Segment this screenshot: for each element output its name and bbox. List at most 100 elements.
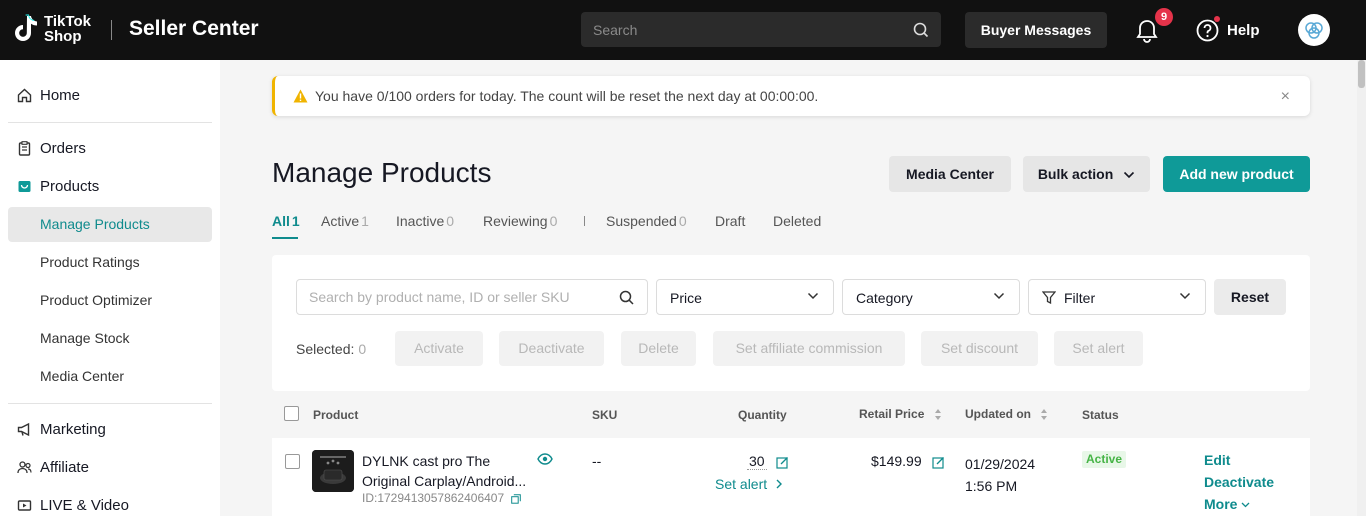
activate-button[interactable]: Activate [395, 331, 483, 366]
product-search-input[interactable] [309, 280, 609, 314]
updated-time: 1:56 PM [965, 478, 1018, 494]
set-affiliate-commission-button[interactable]: Set affiliate commission [713, 331, 905, 366]
product-updated-on: 01/29/2024 1:56 PM [965, 453, 1035, 497]
sidebar: Home Orders Products Manage Products Pro… [0, 60, 220, 516]
sidebar-divider [8, 403, 212, 404]
sidebar-item-manage-stock[interactable]: Manage Stock [8, 321, 212, 356]
set-discount-button[interactable]: Set discount [921, 331, 1038, 366]
bulk-action-label: Bulk action [1037, 166, 1114, 182]
product-price[interactable]: $149.99 [871, 453, 945, 469]
sidebar-label: LIVE & Video [40, 497, 129, 514]
edit-link[interactable]: Edit [1204, 452, 1230, 468]
column-header-status: Status [1082, 408, 1119, 422]
reset-button[interactable]: Reset [1214, 279, 1286, 315]
sidebar-label: Products [40, 178, 100, 195]
set-alert-button[interactable]: Set alert [1054, 331, 1143, 366]
funnel-icon [1042, 291, 1056, 304]
tab-suspended[interactable]: Suspended 0 [606, 213, 687, 237]
search-icon[interactable] [619, 290, 634, 305]
edit-icon[interactable] [931, 456, 945, 469]
help-icon[interactable] [1196, 19, 1219, 42]
tab-inactive[interactable]: Inactive 0 [396, 213, 454, 237]
search-icon[interactable] [913, 22, 929, 38]
tab-count: 1 [361, 213, 369, 229]
delete-button[interactable]: Delete [621, 331, 696, 366]
tab-reviewing[interactable]: Reviewing 0 [483, 213, 557, 237]
close-icon[interactable]: × [1281, 88, 1290, 106]
sidebar-item-products[interactable]: Products [8, 169, 212, 204]
chevron-right-icon [776, 479, 783, 489]
sidebar-item-media-center[interactable]: Media Center [8, 359, 212, 394]
tab-count: 1 [291, 213, 300, 229]
deactivate-link[interactable]: Deactivate [1204, 474, 1274, 490]
bell-icon[interactable] [1135, 18, 1159, 44]
more-label: More [1204, 496, 1238, 512]
category-select[interactable]: Category [842, 279, 1020, 315]
product-search[interactable] [296, 279, 648, 315]
sidebar-item-manage-products[interactable]: Manage Products [8, 207, 212, 242]
sidebar-item-orders[interactable]: Orders [8, 131, 212, 166]
filter-select[interactable]: Filter [1028, 279, 1206, 315]
edit-icon[interactable] [776, 456, 789, 469]
add-new-product-button[interactable]: Add new product [1163, 156, 1310, 192]
product-thumbnail[interactable] [312, 450, 354, 492]
home-icon [17, 88, 32, 103]
tab-active[interactable]: Active 1 [321, 213, 369, 237]
sidebar-item-product-optimizer[interactable]: Product Optimizer [8, 283, 212, 318]
clipboard-icon [18, 141, 31, 156]
account-avatar[interactable] [1298, 14, 1330, 46]
eye-icon[interactable] [537, 453, 553, 465]
media-center-button[interactable]: Media Center [889, 156, 1011, 192]
row-checkbox[interactable] [285, 454, 300, 469]
sidebar-item-product-ratings[interactable]: Product Ratings [8, 245, 212, 280]
global-search-input[interactable] [593, 12, 893, 47]
sort-icon[interactable] [934, 408, 942, 421]
page-scrollbar[interactable] [1357, 60, 1366, 516]
tiktok-shop-logo[interactable]: TikTok Shop [14, 12, 100, 48]
alert-message: You have 0/100 orders for today. The cou… [315, 88, 819, 104]
products-icon [18, 181, 31, 192]
sort-icon[interactable] [1040, 408, 1048, 421]
selected-label: Selected: [296, 341, 355, 357]
product-id: ID:1729413057862406407 [362, 491, 522, 505]
tab-count: 0 [446, 213, 455, 229]
sidebar-item-live-video[interactable]: LIVE & Video [8, 488, 212, 516]
tab-count: 0 [678, 213, 687, 229]
product-name[interactable]: DYLNK cast pro The Original Carplay/Andr… [362, 451, 537, 491]
set-alert-link[interactable]: Set alert [715, 476, 783, 492]
tab-deleted[interactable]: Deleted [773, 213, 821, 237]
help-link[interactable]: Help [1227, 22, 1260, 39]
selected-count: Selected: 0 [296, 341, 366, 357]
buyer-messages-button[interactable]: Buyer Messages [965, 12, 1107, 48]
column-header-updated-on[interactable]: Updated on [965, 407, 1048, 421]
logo-line-1: TikTok [44, 13, 91, 30]
copy-icon[interactable] [511, 494, 522, 504]
column-header-retail-price[interactable]: Retail Price [859, 407, 942, 421]
tab-separator [584, 216, 585, 226]
sidebar-item-affiliate[interactable]: Affiliate [8, 450, 212, 485]
page-title: Manage Products [272, 157, 492, 188]
sidebar-label: Marketing [40, 421, 106, 438]
price-select[interactable]: Price [656, 279, 834, 315]
sidebar-item-home[interactable]: Home [8, 78, 212, 113]
bulk-action-button[interactable]: Bulk action [1023, 156, 1150, 192]
sidebar-item-marketing[interactable]: Marketing [8, 412, 212, 447]
selected-number: 0 [358, 341, 367, 357]
active-tab-indicator [272, 237, 298, 239]
help-notification-dot [1214, 16, 1220, 22]
tab-draft[interactable]: Draft [715, 213, 745, 237]
filter-panel: Price Category Filter Reset Selected:0 A… [272, 255, 1310, 391]
warning-icon [293, 89, 308, 103]
tab-all[interactable]: All 1 [272, 213, 300, 237]
global-search[interactable] [581, 12, 941, 47]
updated-date: 01/29/2024 [965, 456, 1036, 472]
more-menu[interactable]: More [1204, 496, 1250, 512]
status-badge: Active [1082, 451, 1127, 468]
scrollbar-thumb[interactable] [1358, 60, 1365, 88]
select-all-checkbox[interactable] [284, 406, 299, 421]
product-quantity[interactable]: 30 [747, 453, 789, 470]
tab-label: Deleted [773, 213, 822, 229]
product-name-line-1: DYLNK cast pro The [362, 453, 491, 469]
tab-label: Active [321, 213, 360, 229]
deactivate-button[interactable]: Deactivate [499, 331, 604, 366]
